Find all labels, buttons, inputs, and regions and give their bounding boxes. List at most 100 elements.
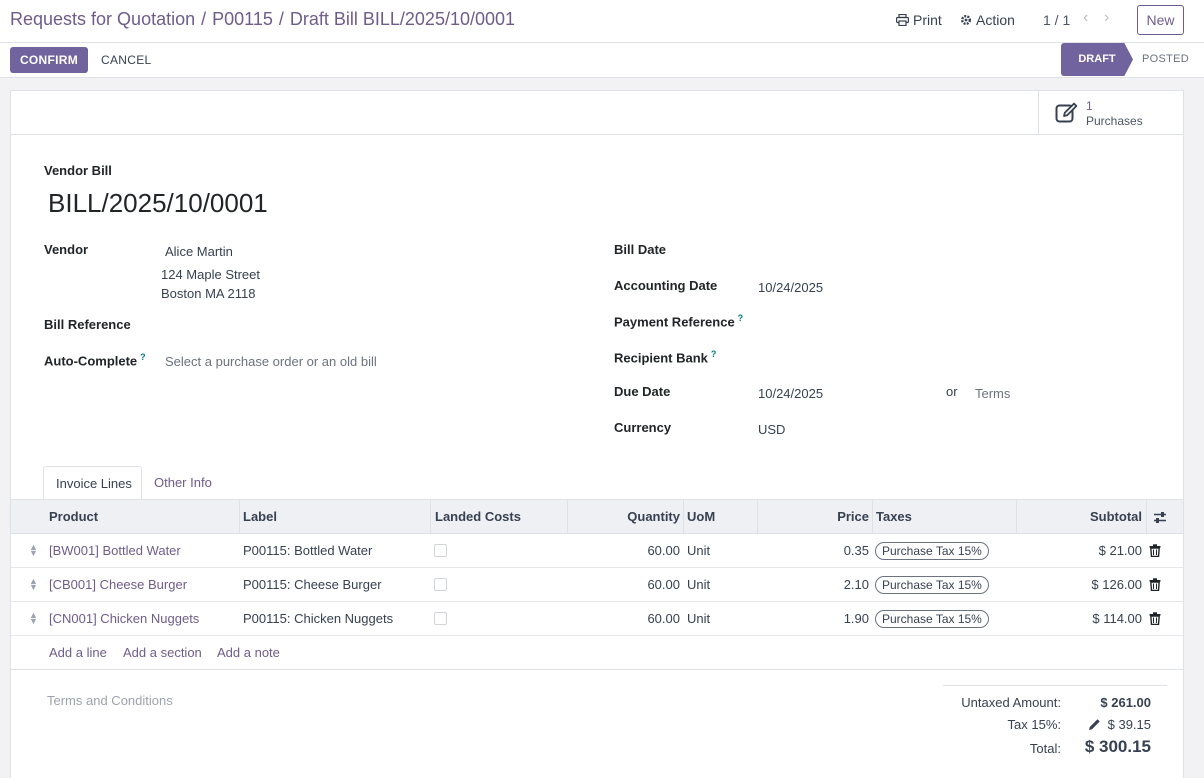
- action-label: Action: [976, 12, 1015, 28]
- column-separator: [239, 500, 240, 534]
- column-header-landed-costs[interactable]: Landed Costs: [435, 500, 521, 534]
- drag-handle-icon[interactable]: ▲ ▼: [29, 543, 38, 558]
- breadcrumb-current: Draft Bill BILL/2025/10/0001: [289, 9, 516, 29]
- add-note-link[interactable]: Add a note: [217, 645, 280, 660]
- table-row[interactable]: ▲ ▼ [CN001] Chicken Nuggets P00115: Chick…: [11, 602, 1183, 636]
- column-header-uom[interactable]: UoM: [687, 500, 715, 534]
- trash-icon[interactable]: [1149, 578, 1161, 591]
- column-header-taxes[interactable]: Taxes: [876, 500, 912, 534]
- auto-complete-label: Auto-Complete?: [44, 352, 146, 368]
- pager-value[interactable]: 1 / 1: [1043, 12, 1070, 28]
- add-line-link[interactable]: Add a line: [49, 645, 107, 660]
- column-header-price[interactable]: Price: [759, 500, 869, 534]
- due-date-field[interactable]: 10/24/2025: [758, 386, 823, 401]
- recipient-bank-label: Recipient Bank?: [614, 349, 716, 365]
- column-header-subtotal[interactable]: Subtotal: [1019, 500, 1142, 534]
- trash-icon[interactable]: [1149, 544, 1161, 557]
- column-header-product[interactable]: Product: [49, 500, 98, 534]
- tab-invoice-lines[interactable]: Invoice Lines: [43, 466, 142, 500]
- table-row[interactable]: ▲ ▼ [CB001] Cheese Burger P00115: Cheese …: [11, 568, 1183, 602]
- chevron-left-icon[interactable]: ‹: [1083, 9, 1088, 27]
- tax-badge[interactable]: Purchase Tax 15%: [875, 542, 989, 560]
- row-product[interactable]: [CB001] Cheese Burger: [49, 568, 187, 601]
- column-header-label[interactable]: Label: [243, 500, 277, 534]
- row-price[interactable]: 1.90: [759, 602, 869, 635]
- accounting-date-field[interactable]: 10/24/2025: [758, 280, 823, 295]
- auto-complete-input[interactable]: Select a purchase order or an old bill: [165, 354, 377, 369]
- row-quantity[interactable]: 60.00: [569, 568, 680, 601]
- smart-button-count: 1: [1086, 99, 1093, 113]
- row-uom[interactable]: Unit: [687, 602, 710, 635]
- purchases-smart-button[interactable]: 1 Purchases: [1038, 91, 1183, 135]
- column-separator: [683, 500, 684, 534]
- payment-terms-field[interactable]: Terms: [975, 386, 1010, 401]
- confirm-button[interactable]: CONFIRM: [10, 47, 88, 73]
- control-bar: CONFIRM CANCEL DRAFT POSTED: [0, 43, 1204, 78]
- landed-costs-checkbox[interactable]: [434, 612, 447, 625]
- action-button[interactable]: Action: [960, 12, 1015, 28]
- document-name[interactable]: BILL/2025/10/0001: [48, 188, 268, 219]
- help-icon[interactable]: ?: [738, 313, 744, 323]
- row-product[interactable]: [CN001] Chicken Nuggets: [49, 602, 199, 635]
- currency-label: Currency: [614, 420, 672, 435]
- status-posted[interactable]: POSTED: [1142, 53, 1189, 65]
- help-icon[interactable]: ?: [140, 352, 146, 362]
- cancel-button[interactable]: CANCEL: [101, 53, 151, 67]
- untaxed-amount-label: Untaxed Amount:: [961, 695, 1061, 710]
- help-icon[interactable]: ?: [711, 349, 717, 359]
- tax-badge[interactable]: Purchase Tax 15%: [875, 576, 989, 594]
- landed-costs-checkbox[interactable]: [434, 578, 447, 591]
- breadcrumb-link-po[interactable]: P00115: [212, 9, 273, 29]
- status-draft[interactable]: DRAFT: [1061, 43, 1133, 76]
- edit-icon: [1055, 102, 1078, 123]
- vendor-field[interactable]: Alice Martin: [165, 244, 233, 259]
- print-label: Print: [913, 12, 942, 28]
- tab-other-info[interactable]: Other Info: [142, 466, 224, 500]
- row-price[interactable]: 2.10: [759, 568, 869, 601]
- row-product[interactable]: [BW001] Bottled Water: [49, 534, 181, 567]
- row-price[interactable]: 0.35: [759, 534, 869, 567]
- row-label[interactable]: P00115: Cheese Burger: [243, 568, 382, 601]
- column-header-quantity[interactable]: Quantity: [569, 500, 680, 534]
- row-uom[interactable]: Unit: [687, 534, 710, 567]
- print-button[interactable]: Print: [896, 12, 942, 28]
- column-settings-icon[interactable]: [1153, 511, 1167, 524]
- row-quantity[interactable]: 60.00: [569, 602, 680, 635]
- bill-date-label: Bill Date: [614, 242, 667, 257]
- auto-complete-label-text: Auto-Complete: [44, 353, 138, 369]
- row-label[interactable]: P00115: Bottled Water: [243, 534, 372, 567]
- breadcrumb: Requests for Quotation / P00115/Draft Bill…: [10, 9, 515, 30]
- total-value: $ 300.15: [1084, 737, 1151, 756]
- smart-button-label: Purchases: [1086, 114, 1143, 128]
- column-separator: [1146, 500, 1147, 534]
- drag-handle-icon[interactable]: ▲ ▼: [29, 611, 38, 626]
- row-subtotal: $ 114.00: [1092, 611, 1142, 626]
- landed-costs-checkbox[interactable]: [434, 544, 447, 557]
- payment-reference-label-text: Payment Reference: [614, 314, 735, 330]
- form-sheet: 1 Purchases Vendor Bill BILL/2025/10/000…: [10, 90, 1184, 778]
- currency-field[interactable]: USD: [758, 422, 785, 437]
- table-row[interactable]: ▲ ▼ [BW001] Bottled Water P00115: Bottled…: [11, 534, 1183, 568]
- table-header: Product Label Landed Costs Quantity UoM …: [11, 499, 1183, 534]
- row-uom[interactable]: Unit: [687, 568, 710, 601]
- accounting-date-label: Accounting Date: [614, 278, 718, 293]
- vendor-address-line-1: 124 Maple Street: [161, 267, 261, 282]
- new-button[interactable]: New: [1137, 5, 1184, 35]
- drag-handle-icon[interactable]: ▲ ▼: [29, 577, 38, 592]
- untaxed-amount-value: $ 261.00: [1100, 695, 1151, 710]
- breadcrumb-link-rfq[interactable]: Requests for Quotation: [10, 9, 195, 29]
- breadcrumb-separator: /: [201, 9, 207, 29]
- gear-icon: [961, 15, 971, 25]
- document-kind: Vendor Bill: [44, 163, 112, 178]
- row-quantity[interactable]: 60.00: [569, 534, 680, 567]
- terms-and-conditions-field[interactable]: Terms and Conditions: [47, 693, 173, 708]
- button-box: 1 Purchases: [11, 91, 1183, 135]
- tax-label: Tax 15%:: [1007, 717, 1061, 732]
- vendor-address-line-2: Boston MA 2118: [161, 286, 256, 301]
- tax-badge[interactable]: Purchase Tax 15%: [875, 610, 989, 628]
- trash-icon[interactable]: [1149, 612, 1161, 625]
- add-section-link[interactable]: Add a section: [123, 645, 202, 660]
- row-label[interactable]: P00115: Chicken Nuggets: [243, 602, 393, 635]
- tax-value: $ 39.15: [1107, 717, 1151, 732]
- chevron-right-icon[interactable]: ›: [1104, 9, 1109, 27]
